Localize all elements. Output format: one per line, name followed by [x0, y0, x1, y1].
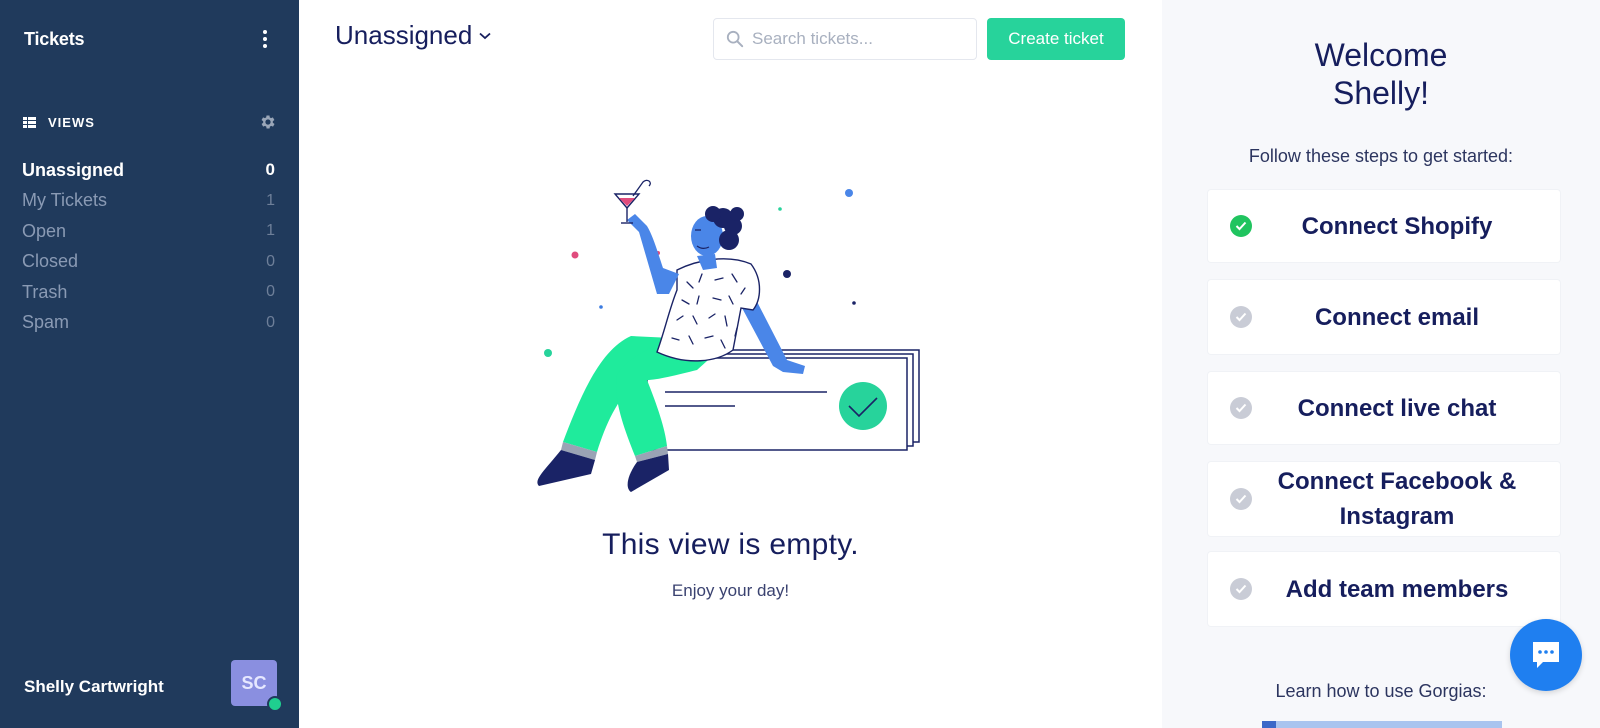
avatar[interactable]: SC	[231, 660, 283, 712]
sidebar-item-trash[interactable]: Trash 0	[22, 277, 275, 308]
sidebar-item-closed[interactable]: Closed 0	[22, 247, 275, 278]
create-ticket-button[interactable]: Create ticket	[987, 18, 1125, 60]
step-label: Add team members	[1285, 575, 1509, 603]
views-list: Unassigned 0 My Tickets 1 Open 1 Closed …	[22, 155, 275, 338]
user-section: Shelly Cartwright SC	[24, 660, 283, 712]
step-connect-email[interactable]: Connect email	[1208, 280, 1560, 354]
chat-widget-button[interactable]	[1510, 619, 1582, 691]
sidebar-item-label: Spam	[22, 312, 70, 333]
list-icon	[23, 116, 36, 128]
step-add-team-members[interactable]: Add team members	[1208, 552, 1560, 626]
sidebar-item-label: Open	[22, 220, 67, 241]
sidebar: Tickets VIEWS Unassigned 0 My Tickets 1 …	[0, 0, 299, 728]
check-circle-icon	[1230, 215, 1252, 237]
gear-icon[interactable]	[259, 113, 277, 131]
sidebar-item-label: Trash	[22, 281, 68, 302]
avatar-initials: SC	[241, 672, 267, 693]
sidebar-item-spam[interactable]: Spam 0	[22, 308, 275, 339]
sidebar-item-count: 0	[266, 283, 275, 301]
kebab-menu-icon[interactable]	[255, 28, 275, 50]
step-connect-facebook-instagram[interactable]: Connect Facebook & Instagram	[1208, 462, 1560, 536]
empty-state-subtitle: Enjoy your day!	[671, 581, 790, 600]
sidebar-item-open[interactable]: Open 1	[22, 216, 275, 247]
sidebar-item-label: Unassigned	[22, 159, 125, 180]
step-connect-live-chat[interactable]: Connect live chat	[1208, 372, 1560, 444]
search-box[interactable]	[713, 18, 977, 60]
step-label: Connect Facebook & Instagram	[1277, 468, 1517, 530]
view-title-dropdown[interactable]: Unassigned	[335, 20, 492, 51]
step-label: Connect Shopify	[1301, 212, 1493, 240]
sidebar-item-my-tickets[interactable]: My Tickets 1	[22, 186, 275, 217]
search-icon	[726, 30, 744, 48]
welcome-heading: Welcome Shelly!	[1162, 36, 1600, 112]
main-content: Unassigned Create ticket	[299, 0, 1162, 728]
views-header: VIEWS	[23, 112, 277, 132]
sidebar-item-count: 0	[266, 313, 275, 331]
check-circle-icon	[1230, 306, 1252, 328]
search-input[interactable]	[752, 29, 962, 49]
step-label: Connect live chat	[1297, 394, 1497, 422]
step-connect-shopify[interactable]: Connect Shopify	[1208, 190, 1560, 262]
onboarding-panel: Welcome Shelly! Follow these steps to ge…	[1162, 0, 1600, 728]
step-label: Connect email	[1314, 303, 1480, 331]
sidebar-item-count: 0	[266, 252, 275, 270]
welcome-line-2: Shelly!	[1332, 75, 1430, 111]
online-status-dot	[267, 696, 283, 712]
check-circle-icon	[1230, 578, 1252, 600]
sidebar-item-count: 1	[266, 222, 275, 240]
chat-bubble-icon	[1533, 642, 1559, 668]
sidebar-item-count: 0	[265, 160, 275, 180]
sidebar-item-unassigned[interactable]: Unassigned 0	[22, 155, 275, 186]
empty-state-illustration	[537, 179, 920, 492]
view-title: Unassigned	[335, 20, 473, 50]
check-circle-icon	[1230, 488, 1252, 510]
sidebar-header: Tickets	[24, 28, 275, 50]
learn-video-thumbnail[interactable]	[1262, 721, 1502, 728]
chevron-down-icon	[479, 32, 491, 39]
sidebar-title: Tickets	[24, 28, 85, 49]
welcome-line-1: Welcome	[1314, 37, 1448, 73]
steps-intro: Follow these steps to get started:	[1248, 146, 1514, 166]
sidebar-item-count: 1	[266, 191, 275, 209]
check-circle-icon	[1230, 397, 1252, 419]
views-label: VIEWS	[48, 114, 95, 130]
user-name: Shelly Cartwright	[24, 677, 164, 696]
empty-state-title: This view is empty.	[602, 528, 859, 561]
sidebar-item-label: Closed	[22, 251, 79, 272]
sidebar-item-label: My Tickets	[22, 190, 108, 211]
